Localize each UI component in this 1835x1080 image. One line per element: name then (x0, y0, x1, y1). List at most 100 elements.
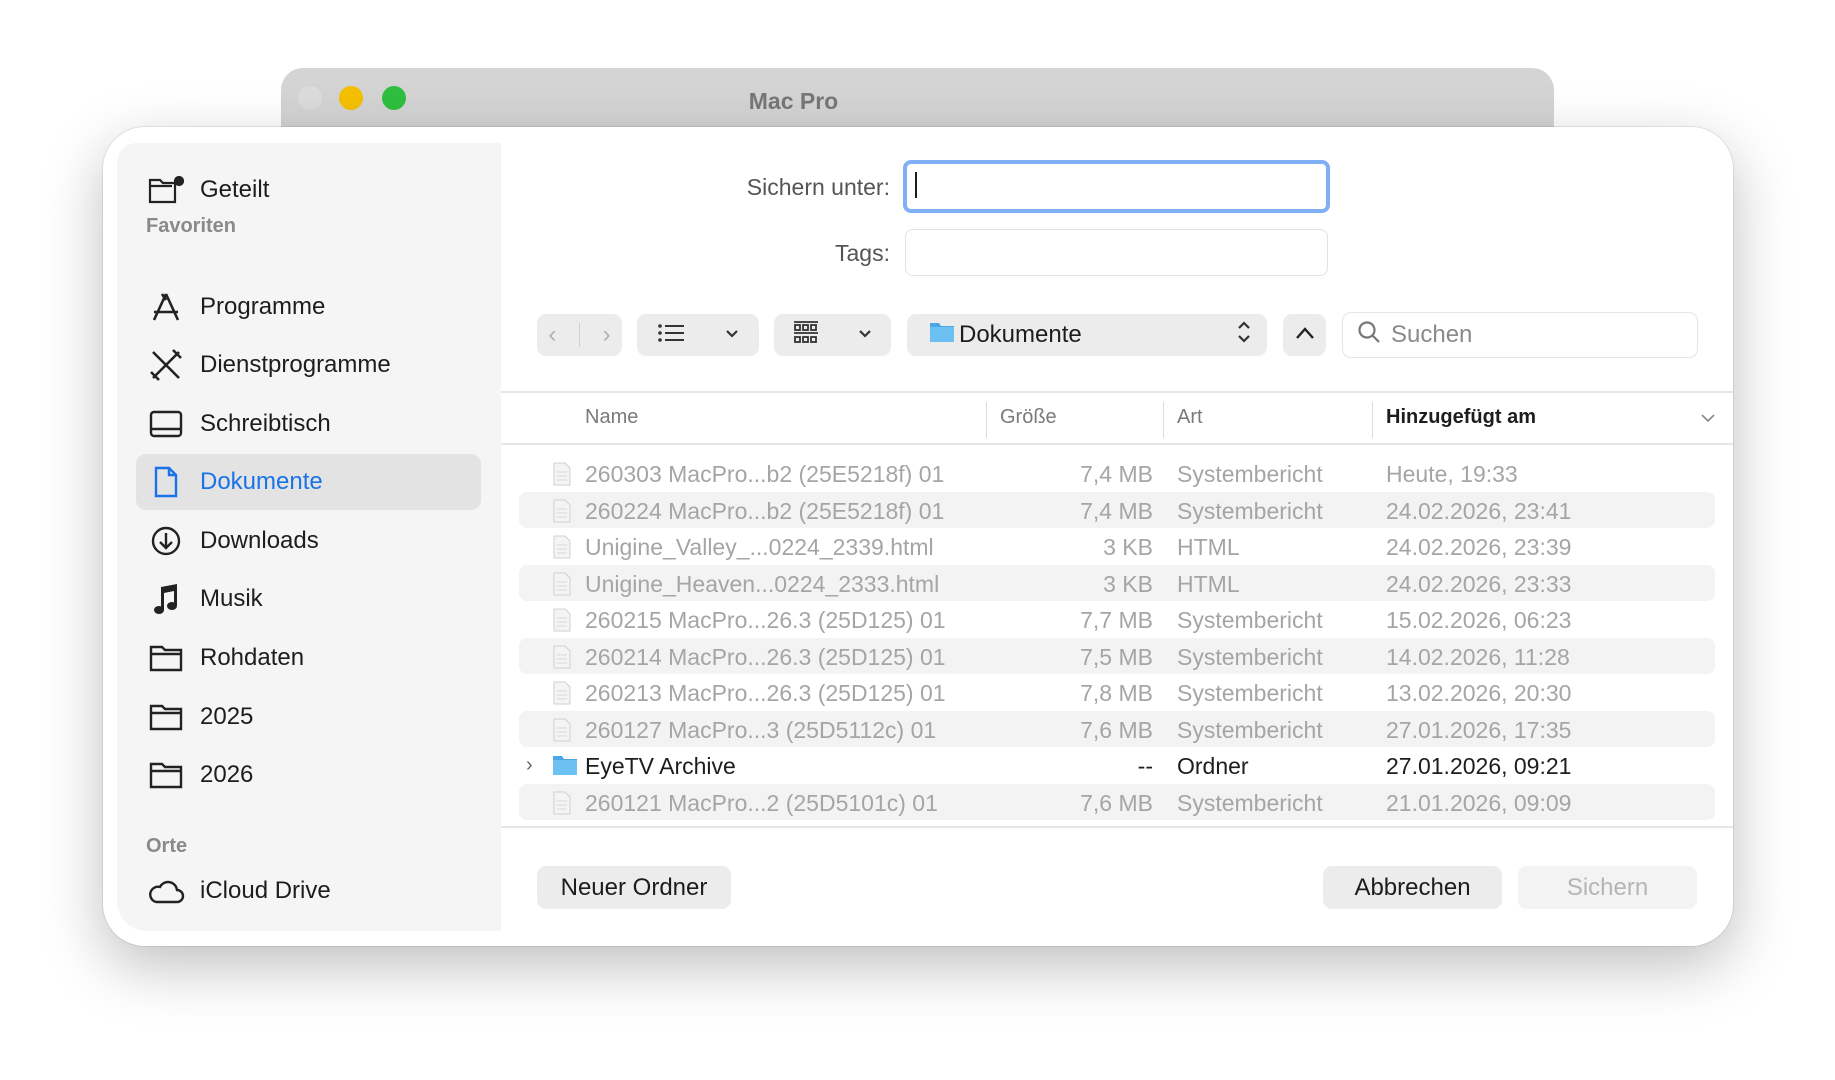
apps-icon (146, 292, 186, 322)
places-header: Orte (146, 835, 188, 857)
location-popup[interactable]: Dokumente (907, 314, 1267, 356)
sidebar-item-2025[interactable]: 2025 (136, 689, 481, 745)
new-folder-button[interactable]: Neuer Ordner (537, 866, 731, 909)
file-icon (552, 572, 572, 602)
sidebar-item-label: Musik (200, 585, 263, 612)
file-size: 7,4 MB (1080, 461, 1153, 487)
file-size: 7,5 MB (1080, 643, 1153, 670)
file-name: 260215 MacPro...26.3 (25D125) 01 (585, 607, 946, 633)
column-separator (986, 402, 987, 438)
file-name: Unigine_Heaven...0224_2333.html (585, 570, 940, 597)
shared-folder-icon (146, 175, 186, 205)
table-row[interactable]: › EyeTV Archive -- Ordner 27.01.2026, 09:21 (519, 747, 1715, 783)
folder-icon (146, 703, 186, 731)
file-size: 3 KB (1103, 534, 1153, 560)
column-separator (1372, 402, 1373, 438)
disclosure-chevron-icon[interactable]: › (526, 754, 533, 777)
sidebar-item-label: Rohdaten (200, 644, 305, 671)
file-added: 15.02.2026, 06:23 (1386, 607, 1572, 633)
enclosing-folder-button[interactable] (1283, 314, 1326, 356)
sidebar-item-downloads[interactable]: Downloads (136, 513, 481, 569)
table-row[interactable]: Unigine_Valley_...0224_2339.html 3 KB HTML… (519, 528, 1715, 564)
save-as-label: Sichern unter: (746, 174, 890, 200)
file-kind: Systembericht (1177, 789, 1323, 816)
file-added: 24.02.2026, 23:41 (1386, 497, 1572, 524)
file-name: 260214 MacPro...26.3 (25D125) 01 (585, 643, 946, 670)
window-title: Mac Pro (748, 88, 839, 114)
search-field[interactable]: Suchen (1342, 312, 1698, 358)
sidebar-item-label: 2026 (200, 761, 254, 788)
table-row[interactable]: 260224 MacPro...b2 (25E5218f) 01 7,4 MB Sy… (519, 491, 1715, 528)
sidebar-item-geteilt[interactable]: Geteilt (136, 162, 481, 218)
back-button[interactable]: ‹ (548, 321, 556, 349)
folder-icon (929, 321, 955, 350)
chevron-down-icon (725, 326, 739, 344)
cancel-button[interactable]: Abbrechen (1323, 866, 1502, 909)
table-row[interactable]: 260213 MacPro...26.3 (25D125) 01 7,8 MB Sy… (519, 674, 1715, 710)
file-icon (552, 535, 572, 565)
music-icon (146, 583, 186, 615)
cloud-icon (146, 877, 186, 905)
list-icon (657, 323, 684, 348)
save-as-input[interactable] (903, 160, 1330, 213)
folder-icon (146, 644, 186, 672)
file-size: -- (1137, 753, 1153, 779)
sidebar-item-musik[interactable]: Musik (136, 571, 481, 627)
sidebar-item-dokumente[interactable]: Dokumente (136, 454, 481, 510)
file-size: 3 KB (1103, 570, 1153, 597)
column-header-added[interactable]: Hinzugefügt am (1386, 406, 1536, 429)
up-down-chevron-icon (1237, 320, 1251, 351)
file-added: 24.02.2026, 23:33 (1386, 570, 1572, 597)
file-name: Unigine_Valley_...0224_2339.html (585, 534, 934, 560)
file-name: 260121 MacPro...2 (25D5101c) 01 (585, 789, 938, 816)
sidebar-item-rohdaten[interactable]: Rohdaten (136, 630, 481, 686)
column-header-size[interactable]: Größe (1000, 406, 1057, 429)
file-icon (552, 608, 572, 638)
gallery-view-button[interactable] (774, 314, 891, 356)
table-row[interactable]: Unigine_Heaven...0224_2333.html 3 KB HTML 2… (519, 564, 1715, 602)
sidebar-item-schreibtisch[interactable]: Schreibtisch (136, 396, 481, 452)
file-size: 7,6 MB (1080, 789, 1153, 816)
sort-chevron-icon[interactable] (1700, 406, 1716, 429)
sidebar-item-label: Schreibtisch (200, 410, 331, 437)
file-icon (552, 791, 572, 821)
file-name: 260127 MacPro...3 (25D5112c) 01 (585, 716, 937, 743)
table-row[interactable]: 260215 MacPro...26.3 (25D125) 01 7,7 MB Sy… (519, 601, 1715, 637)
file-kind: Systembericht (1177, 607, 1323, 633)
sidebar-item-2026[interactable]: 2026 (136, 747, 481, 803)
sidebar-item-icloud-drive[interactable]: iCloud Drive (136, 863, 481, 919)
table-row[interactable]: 260214 MacPro...26.3 (25D125) 01 7,5 MB Sy… (519, 637, 1715, 674)
sidebar-item-label: iCloud Drive (200, 877, 331, 904)
table-row[interactable]: 260303 MacPro...b2 (25E5218f) 01 7,4 MB Sy… (519, 455, 1715, 491)
tools-icon (146, 348, 186, 382)
table-row[interactable]: 260127 MacPro...3 (25D5112c) 01 7,6 MB Sys… (519, 710, 1715, 747)
file-name: EyeTV Archive (585, 753, 736, 779)
file-added: 13.02.2026, 20:30 (1386, 680, 1572, 706)
grid-icon (793, 320, 819, 350)
file-icon (552, 462, 572, 492)
file-added: 24.02.2026, 23:39 (1386, 534, 1572, 560)
column-header-kind[interactable]: Art (1177, 406, 1203, 429)
forward-button[interactable]: › (603, 321, 611, 349)
list-view-button[interactable] (637, 314, 759, 356)
column-header-name[interactable]: Name (585, 406, 638, 429)
location-label: Dokumente (959, 321, 1082, 348)
divider (501, 826, 1733, 828)
search-icon (1357, 320, 1381, 351)
tags-label: Tags: (835, 240, 890, 266)
folder-icon (552, 754, 578, 782)
tags-input[interactable] (905, 229, 1328, 276)
file-name: 260303 MacPro...b2 (25E5218f) 01 (585, 461, 945, 487)
sidebar-item-label: 2025 (200, 703, 254, 730)
text-caret (915, 172, 917, 198)
sidebar-item-dienstprogramme[interactable]: Dienstprogramme (136, 337, 481, 393)
search-placeholder: Suchen (1391, 321, 1473, 348)
table-row[interactable]: 260121 MacPro...2 (25D5101c) 01 7,6 MB Sys… (519, 783, 1715, 821)
file-name: 260213 MacPro...26.3 (25D125) 01 (585, 680, 946, 706)
save-button[interactable]: Sichern (1518, 866, 1697, 909)
column-separator (1163, 402, 1164, 438)
file-added: 14.02.2026, 11:28 (1386, 643, 1570, 670)
file-added: Heute, 19:33 (1386, 461, 1518, 487)
sidebar-item-programme[interactable]: Programme (136, 279, 481, 335)
sidebar: Geteilt Favoriten Programme Dienstprogra… (117, 143, 501, 931)
